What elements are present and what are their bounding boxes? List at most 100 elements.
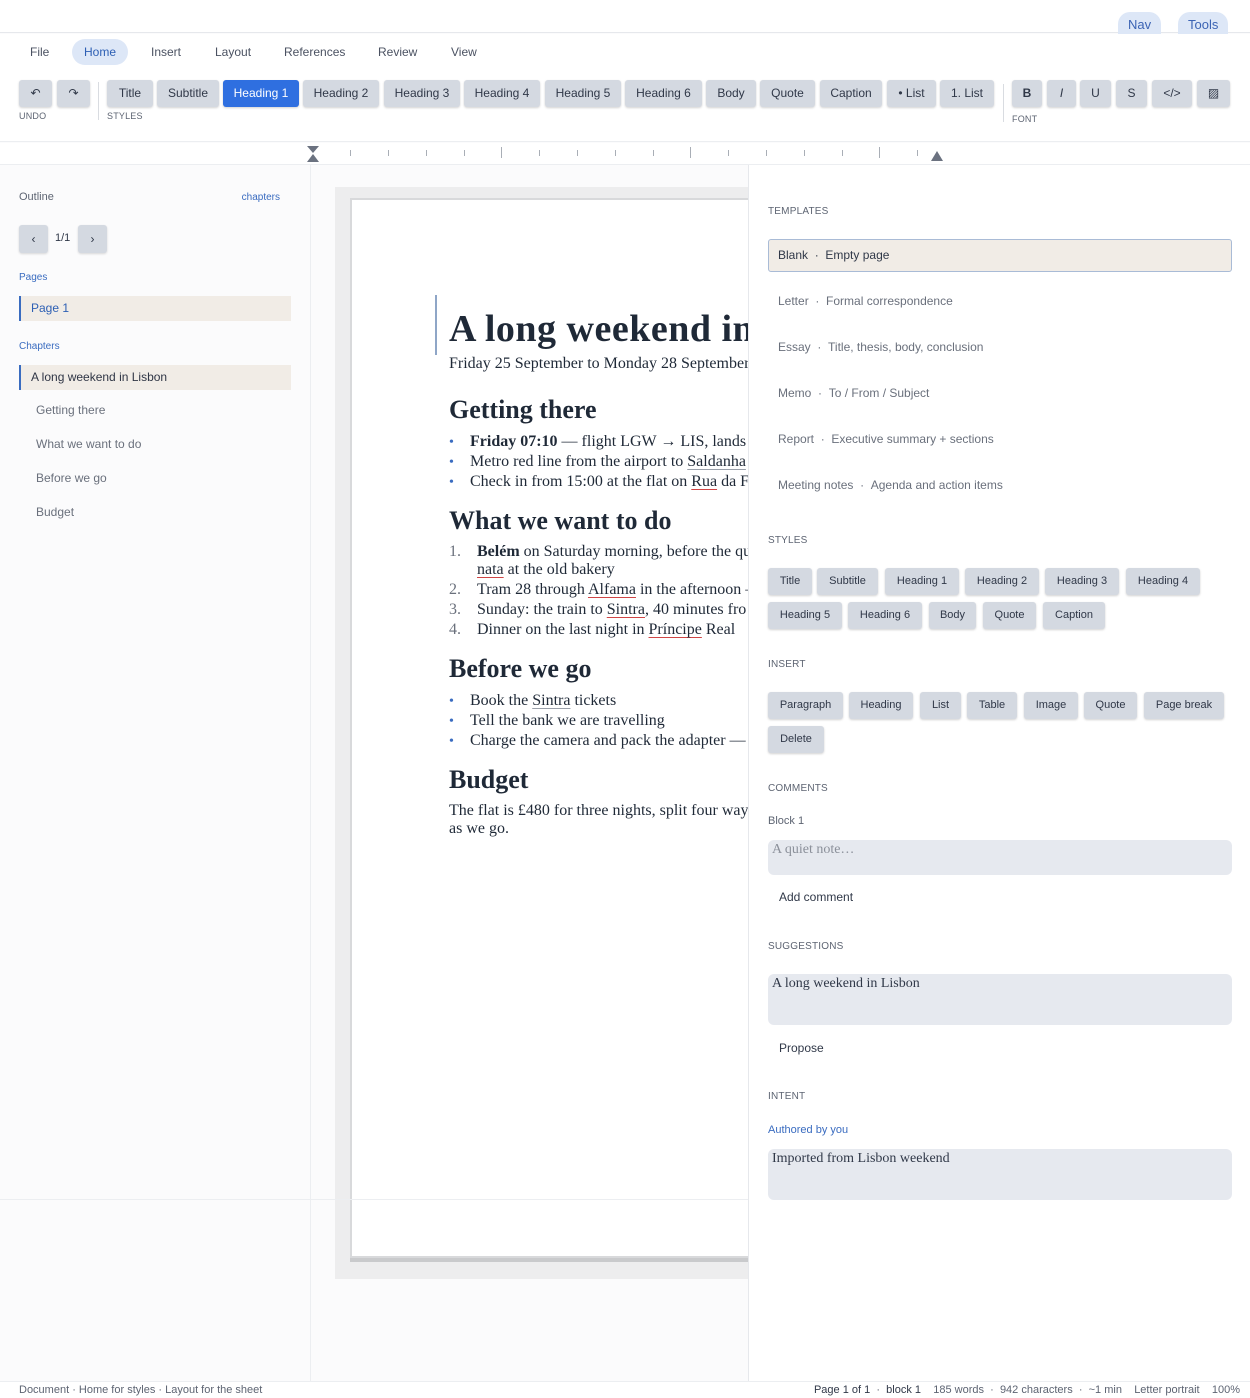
template-essay[interactable]: Essay · Title, thesis, body, conclusion	[768, 331, 1232, 364]
insert-page-break-button[interactable]: Page break	[1144, 692, 1224, 719]
menu-review[interactable]: Review	[366, 39, 429, 65]
sidebar-item-chapter[interactable]: A long weekend in Lisbon	[19, 365, 291, 390]
style-heading-6-button[interactable]: Heading 6	[625, 80, 702, 107]
panel-style-subtitle[interactable]: Subtitle	[817, 568, 878, 595]
panel-style-heading-3[interactable]: Heading 3	[1045, 568, 1119, 595]
highlight-button[interactable]: ▨	[1197, 80, 1230, 107]
left-indent-marker[interactable]	[306, 145, 320, 163]
list-item[interactable]: Friday 07:10 — flight LGW → LIS, lands	[470, 433, 746, 451]
insert-paragraph-button[interactable]: Paragraph	[768, 692, 843, 719]
menu-view[interactable]: View	[439, 39, 489, 65]
heading-getting-there[interactable]: Getting there	[449, 395, 597, 425]
sidebar-item-chapter[interactable]: Before we go	[19, 466, 291, 491]
style-quote-button[interactable]: Quote	[760, 80, 815, 107]
template-memo[interactable]: Memo · To / From / Subject	[768, 377, 1232, 410]
underline-button[interactable]: U	[1080, 80, 1111, 107]
list-item[interactable]: Check in from 15:00 at the flat on Rua d…	[470, 473, 748, 491]
template-meeting-notes[interactable]: Meeting notes · Agenda and action items	[768, 469, 1232, 502]
heading-before-we-go[interactable]: Before we go	[449, 654, 591, 684]
panel-style-heading-4[interactable]: Heading 4	[1126, 568, 1200, 595]
redo-button[interactable]: ↷	[57, 80, 90, 107]
bold-button[interactable]: B	[1012, 80, 1042, 107]
spelling-flag[interactable]: Rua	[691, 473, 717, 490]
heading-budget[interactable]: Budget	[449, 765, 528, 795]
style-subtitle-button[interactable]: Subtitle	[157, 80, 219, 107]
paragraph[interactable]: The flat is £480 for three nights, split…	[449, 802, 748, 820]
menu-references[interactable]: References	[272, 39, 357, 65]
sidebar-item-chapter[interactable]: Getting there	[19, 398, 291, 423]
style-title-button[interactable]: Title	[107, 80, 153, 107]
next-page-button[interactable]: ›	[78, 225, 107, 253]
suggestion-input[interactable]: A long weekend in Lisbon	[768, 974, 1232, 1025]
add-comment-button[interactable]: Add comment	[779, 890, 853, 904]
list-item[interactable]: Tram 28 through Alfama in the afternoon …	[477, 581, 748, 599]
sidebar-item-chapter[interactable]: Budget	[19, 500, 291, 525]
panel-style-heading-5[interactable]: Heading 5	[768, 602, 842, 629]
list-item[interactable]: Book the Sintra tickets	[470, 692, 616, 710]
right-indent-marker[interactable]	[931, 151, 943, 161]
sidebar-item-page-1[interactable]: Page 1	[19, 296, 291, 321]
list-item-continuation[interactable]: nata at the old bakery	[477, 561, 615, 579]
style-heading-2-button[interactable]: Heading 2	[303, 80, 379, 107]
strikethrough-button[interactable]: S	[1116, 80, 1147, 107]
nav-button[interactable]: Nav	[1118, 12, 1162, 36]
style-heading-4-button[interactable]: Heading 4	[464, 80, 540, 107]
paragraph[interactable]: as we go.	[449, 820, 509, 838]
style-heading-3-button[interactable]: Heading 3	[384, 80, 460, 107]
document-title[interactable]: A long weekend in Lisbon	[449, 307, 748, 351]
style-heading-5-button[interactable]: Heading 5	[545, 80, 621, 107]
menu-home[interactable]: Home	[72, 39, 129, 65]
spelling-flag[interactable]: Sintra	[607, 601, 645, 618]
insert-heading-button[interactable]: Heading	[849, 692, 913, 719]
panel-style-heading-2[interactable]: Heading 2	[965, 568, 1039, 595]
panel-style-caption[interactable]: Caption	[1043, 602, 1105, 629]
template-report[interactable]: Report · Executive summary + sections	[768, 423, 1232, 456]
undo-button[interactable]: ↶	[19, 80, 52, 107]
comment-input[interactable]: A quiet note…	[768, 840, 1232, 875]
place-link[interactable]: Sintra	[532, 692, 570, 709]
insert-image-button[interactable]: Image	[1024, 692, 1078, 719]
panel-style-quote[interactable]: Quote	[983, 602, 1036, 629]
document-subtitle[interactable]: Friday 25 September to Monday 28 Septemb…	[449, 355, 748, 373]
list-item[interactable]: Dinner on the last night in Príncipe Rea…	[477, 621, 735, 639]
list-item[interactable]: Sunday: the train to Sintra, 40 minutes …	[477, 601, 746, 619]
delete-block-button[interactable]: Delete	[768, 726, 824, 753]
style-body-button[interactable]: Body	[706, 80, 756, 107]
insert-list-button[interactable]: List	[920, 692, 961, 719]
list-item[interactable]: Tell the bank we are travelling	[470, 712, 665, 730]
list-item[interactable]: Belém on Saturday morning, before the qu	[477, 543, 748, 561]
style-numbered-list-button[interactable]: 1. List	[940, 80, 994, 107]
panel-style-heading-6[interactable]: Heading 6	[848, 602, 922, 629]
spelling-flag[interactable]: Príncipe	[649, 621, 702, 638]
list-item[interactable]: Charge the camera and pack the adapter —	[470, 732, 746, 750]
prev-page-button[interactable]: ‹	[19, 225, 48, 253]
insert-table-button[interactable]: Table	[967, 692, 1017, 719]
list-item-text: Real	[701, 621, 736, 638]
propose-button[interactable]: Propose	[779, 1041, 824, 1055]
panel-style-heading-1[interactable]: Heading 1	[885, 568, 959, 595]
code-button[interactable]: </>	[1152, 80, 1192, 107]
style-heading-1-button[interactable]: Heading 1	[223, 80, 299, 107]
template-blank[interactable]: Blank · Empty page	[768, 239, 1232, 272]
template-letter[interactable]: Letter · Formal correspondence	[768, 285, 1232, 318]
menu-file[interactable]: File	[18, 39, 61, 65]
heading-what-we-want[interactable]: What we want to do	[449, 506, 671, 536]
menu-insert[interactable]: Insert	[139, 39, 193, 65]
intent-input[interactable]: Imported from Lisbon weekend	[768, 1149, 1232, 1200]
place-link[interactable]: Saldanha	[687, 453, 746, 470]
list-item[interactable]: Metro red line from the airport to Salda…	[470, 453, 746, 471]
spelling-flag[interactable]: Alfama	[588, 581, 636, 598]
tools-button[interactable]: Tools	[1178, 12, 1229, 36]
panel-style-body[interactable]: Body	[929, 602, 976, 629]
sidebar-item-chapter[interactable]: What we want to do	[19, 432, 291, 457]
style-bullet-list-button[interactable]: • List	[887, 80, 936, 107]
chapters-mode-link[interactable]: chapters	[242, 192, 280, 203]
status-zoom[interactable]: 100%	[1212, 1384, 1240, 1396]
list-item-text: Dinner on the last night in	[477, 621, 649, 638]
spelling-flag[interactable]: nata	[477, 561, 504, 578]
italic-button[interactable]: I	[1047, 80, 1076, 107]
style-caption-button[interactable]: Caption	[820, 80, 882, 107]
panel-style-title[interactable]: Title	[768, 568, 812, 595]
menu-layout[interactable]: Layout	[203, 39, 263, 65]
insert-quote-button[interactable]: Quote	[1084, 692, 1137, 719]
